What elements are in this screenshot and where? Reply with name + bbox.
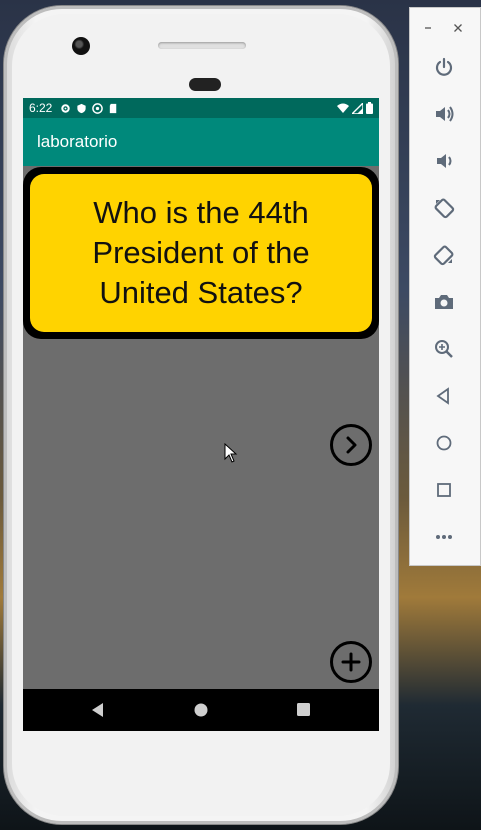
battery-icon <box>366 102 373 114</box>
app-bar: laboratorio <box>23 118 379 166</box>
close-icon[interactable] <box>453 23 463 33</box>
status-bar: 6:22 <box>23 98 379 118</box>
minimize-icon[interactable] <box>423 23 433 33</box>
rotate-right-button[interactable] <box>431 242 457 268</box>
chevron-right-icon <box>346 436 357 454</box>
front-camera <box>72 37 90 55</box>
sync-icon <box>92 102 104 114</box>
app-title: laboratorio <box>37 132 118 151</box>
next-button[interactable] <box>330 424 372 466</box>
screenshot-button[interactable] <box>431 289 457 315</box>
nav-recents-icon[interactable] <box>297 703 310 716</box>
emulator-toolbar <box>409 7 481 566</box>
back-icon <box>436 387 449 405</box>
overview-icon <box>437 483 451 497</box>
signal-icon <box>352 102 363 114</box>
navigation-bar <box>23 689 379 731</box>
rotate-left-icon <box>434 198 455 219</box>
home-button[interactable] <box>431 430 457 456</box>
more-icon <box>436 535 452 539</box>
wifi-icon <box>337 103 349 113</box>
question-card-body: Who is the 44th President of the United … <box>30 174 372 332</box>
volume-up-button[interactable] <box>431 101 457 127</box>
rotate-right-icon <box>433 245 454 266</box>
back-button[interactable] <box>431 383 457 409</box>
status-right-icons <box>337 102 373 114</box>
nav-back-icon[interactable] <box>91 703 105 717</box>
zoom-icon <box>435 340 453 358</box>
speaker-grille <box>158 42 246 49</box>
volume-up-icon <box>436 106 454 122</box>
device-screen: 6:22 laboratorio Who is the 44th Preside… <box>23 98 379 731</box>
rotate-left-button[interactable] <box>431 195 457 221</box>
shield-icon <box>77 103 86 113</box>
sd-card-icon <box>110 103 117 113</box>
question-text: Who is the 44th President of the United … <box>92 195 310 310</box>
mouse-cursor-icon <box>224 443 238 463</box>
power-button[interactable] <box>431 54 457 80</box>
overview-button[interactable] <box>431 477 457 503</box>
status-time: 6:22 <box>29 101 53 115</box>
power-icon <box>435 57 453 76</box>
plus-icon <box>341 652 361 672</box>
zoom-button[interactable] <box>431 336 457 362</box>
add-button[interactable] <box>330 641 372 683</box>
settings-icon <box>61 103 71 113</box>
volume-down-icon <box>437 154 452 168</box>
home-icon <box>436 435 452 451</box>
earpiece <box>189 78 221 91</box>
more-button[interactable] <box>431 524 457 550</box>
nav-home-icon[interactable] <box>194 703 208 717</box>
camera-icon <box>435 295 453 309</box>
question-card: Who is the 44th President of the United … <box>23 167 379 339</box>
volume-down-button[interactable] <box>431 148 457 174</box>
